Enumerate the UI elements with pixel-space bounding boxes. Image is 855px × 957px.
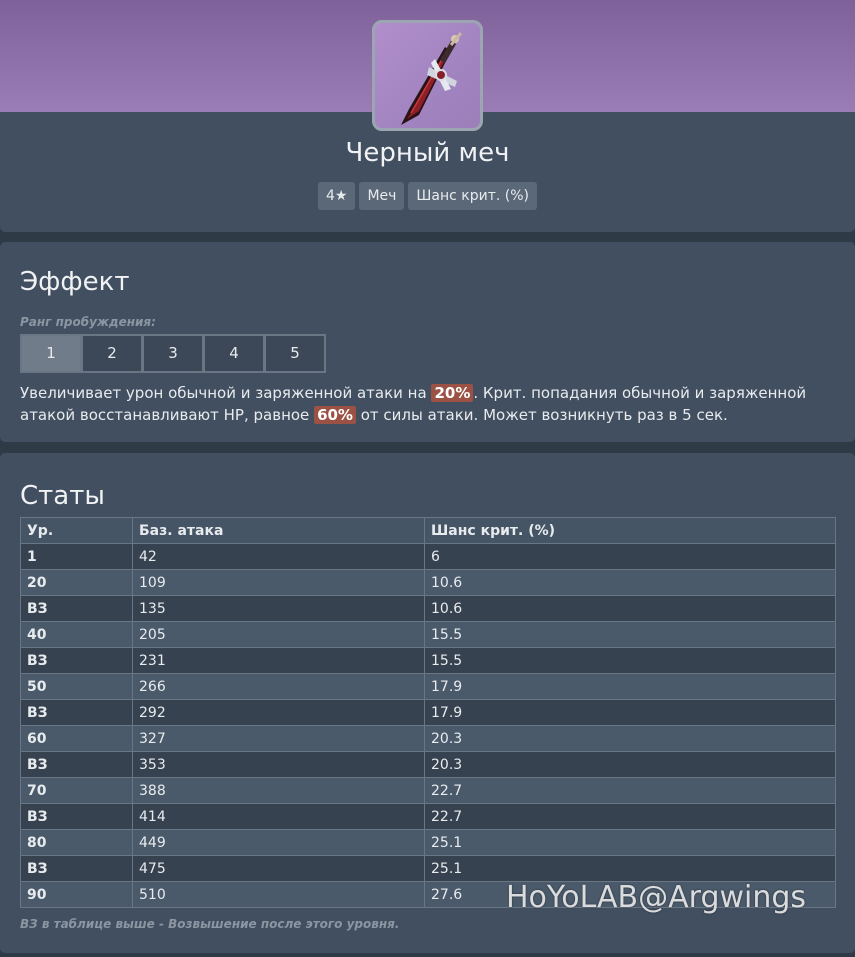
refine-tab-1[interactable]: 1 <box>20 334 82 373</box>
black-sword-icon <box>401 32 463 125</box>
stats-title: Статы <box>20 481 105 511</box>
stats-header-row: Ур. Баз. атака Шанс крит. (%) <box>20 517 836 544</box>
cell-base-atk: 414 <box>132 803 425 830</box>
cell-base-atk: 388 <box>132 777 425 804</box>
cell-base-atk: 205 <box>132 621 425 648</box>
weapon-tags: 4★ Меч Шанс крит. (%) <box>0 182 855 210</box>
stats-body: 1 42 6 20 109 10.6 ВЗ 135 10.6 40 205 15.5 ВЗ 231 15.5… <box>20 543 836 908</box>
table-row: 80 449 25.1 <box>20 829 836 856</box>
cell-base-atk: 475 <box>132 855 425 882</box>
effect-card: Эффект Ранг пробуждения: 1 2 3 4 5 Увели… <box>0 242 855 442</box>
watermark: HoYoLAB@Argwings <box>506 880 807 915</box>
cell-base-atk: 292 <box>132 699 425 726</box>
cell-base-atk: 510 <box>132 881 425 908</box>
effect-text-part1: Увеличивает урон обычной и заряженной ат… <box>20 384 432 402</box>
refinement-label: Ранг пробуждения: <box>20 315 156 329</box>
cell-base-atk: 231 <box>132 647 425 674</box>
cell-level: 90 <box>20 881 133 908</box>
cell-level: ВЗ <box>20 647 133 674</box>
cell-base-atk: 266 <box>132 673 425 700</box>
cell-crit-rate: 10.6 <box>424 569 836 596</box>
cell-level: ВЗ <box>20 803 133 830</box>
cell-crit-rate: 17.9 <box>424 673 836 700</box>
cell-level: 50 <box>20 673 133 700</box>
table-row: 40 205 15.5 <box>20 621 836 648</box>
cell-crit-rate: 15.5 <box>424 647 836 674</box>
table-row: 60 327 20.3 <box>20 725 836 752</box>
cell-base-atk: 449 <box>132 829 425 856</box>
rarity-tag: 4★ <box>317 182 356 210</box>
cell-level: 70 <box>20 777 133 804</box>
table-row: ВЗ 475 25.1 <box>20 855 836 882</box>
cell-crit-rate: 17.9 <box>424 699 836 726</box>
cell-crit-rate: 10.6 <box>424 595 836 622</box>
cell-level: ВЗ <box>20 699 133 726</box>
header-base-atk: Баз. атака <box>132 517 425 544</box>
cell-level: ВЗ <box>20 751 133 778</box>
cell-crit-rate: 25.1 <box>424 829 836 856</box>
table-row: ВЗ 231 15.5 <box>20 647 836 674</box>
cell-level: 80 <box>20 829 133 856</box>
cell-base-atk: 327 <box>132 725 425 752</box>
cell-level: 40 <box>20 621 133 648</box>
effect-text-part3: от силы атаки. Может возникнуть раз в 5 … <box>355 406 728 424</box>
header-crit-rate: Шанс крит. (%) <box>424 517 836 544</box>
cell-level: 20 <box>20 569 133 596</box>
cell-crit-rate: 20.3 <box>424 751 836 778</box>
cell-crit-rate: 25.1 <box>424 855 836 882</box>
refine-tab-4[interactable]: 4 <box>203 334 265 373</box>
stats-card: Статы Ур. Баз. атака Шанс крит. (%) 1 42 6… <box>0 453 855 953</box>
cell-crit-rate: 22.7 <box>424 803 836 830</box>
cell-base-atk: 42 <box>132 543 425 570</box>
table-row: 20 109 10.6 <box>20 569 836 596</box>
weapon-name: Черный меч <box>345 138 510 168</box>
table-row: 70 388 22.7 <box>20 777 836 804</box>
stats-table: Ур. Баз. атака Шанс крит. (%) 1 42 6 20 109 1… <box>20 517 836 908</box>
table-row: ВЗ 135 10.6 <box>20 595 836 622</box>
weapon-header-card: Черный меч 4★ Меч Шанс крит. (%) <box>0 0 855 232</box>
cell-base-atk: 135 <box>132 595 425 622</box>
cell-level: 60 <box>20 725 133 752</box>
weapon-icon-frame <box>372 20 483 131</box>
cell-level: 1 <box>20 543 133 570</box>
cell-crit-rate: 6 <box>424 543 836 570</box>
cell-base-atk: 353 <box>132 751 425 778</box>
cell-level: ВЗ <box>20 855 133 882</box>
table-row: ВЗ 292 17.9 <box>20 699 836 726</box>
effect-description: Увеличивает урон обычной и заряженной ат… <box>20 382 820 426</box>
table-row: ВЗ 353 20.3 <box>20 751 836 778</box>
table-row: ВЗ 414 22.7 <box>20 803 836 830</box>
effect-title: Эффект <box>20 267 130 297</box>
substat-tag: Шанс крит. (%) <box>408 182 537 210</box>
refine-tab-2[interactable]: 2 <box>81 334 143 373</box>
refine-tab-3[interactable]: 3 <box>142 334 204 373</box>
effect-value-2: 60% <box>314 406 356 424</box>
cell-level: ВЗ <box>20 595 133 622</box>
cell-crit-rate: 20.3 <box>424 725 836 752</box>
refinement-tabs: 1 2 3 4 5 <box>20 334 326 373</box>
table-row: 1 42 6 <box>20 543 836 570</box>
weapon-type-tag: Меч <box>359 182 405 210</box>
cell-base-atk: 109 <box>132 569 425 596</box>
table-row: 50 266 17.9 <box>20 673 836 700</box>
cell-crit-rate: 22.7 <box>424 777 836 804</box>
header-level: Ур. <box>20 517 133 544</box>
stats-footnote: ВЗ в таблице выше - Возвышение после это… <box>20 917 400 931</box>
effect-value-1: 20% <box>431 384 474 402</box>
refine-tab-5[interactable]: 5 <box>264 334 326 373</box>
cell-crit-rate: 15.5 <box>424 621 836 648</box>
